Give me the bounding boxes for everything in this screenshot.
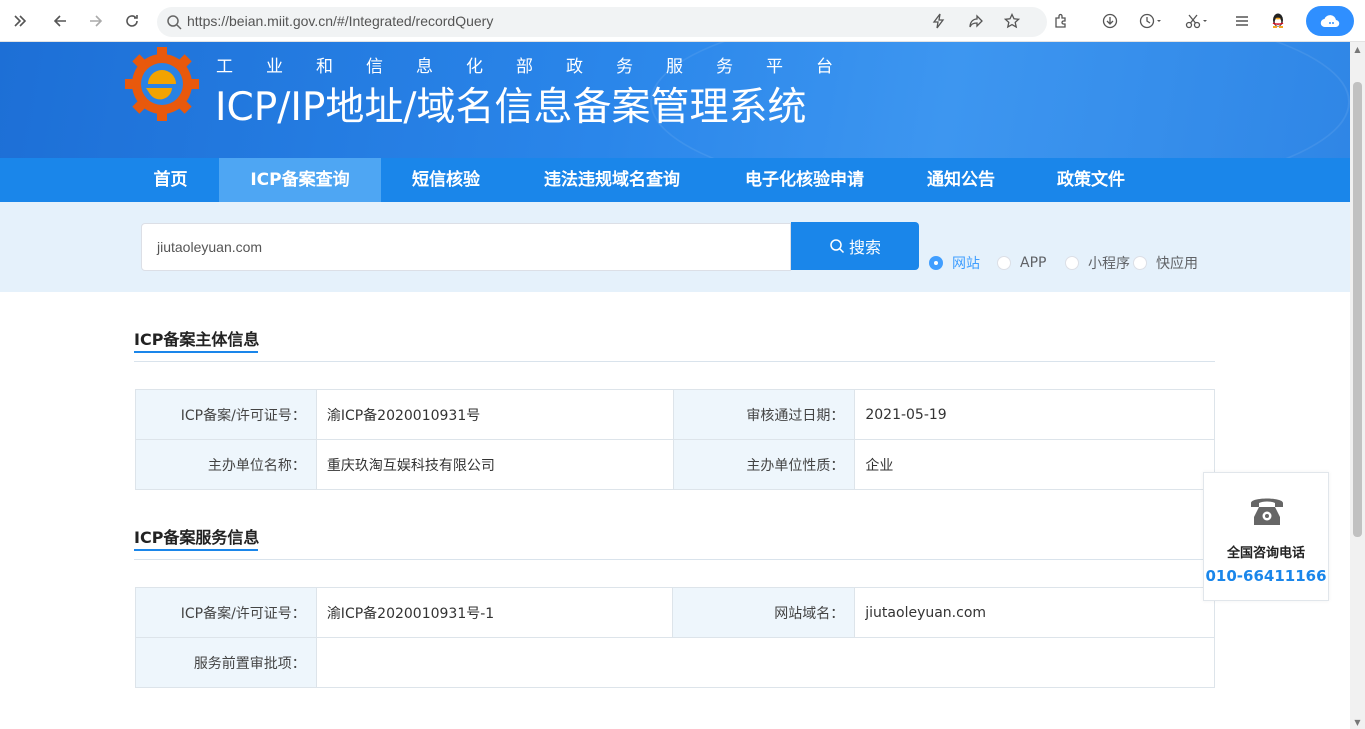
hotline-title: 全国咨询电话 xyxy=(1226,546,1305,561)
section-underline xyxy=(134,351,258,353)
lightning-icon[interactable] xyxy=(928,10,950,32)
radio-dot xyxy=(1065,256,1079,270)
table-label: 主办单位性质： xyxy=(672,439,856,490)
reload-icon[interactable] xyxy=(121,10,143,32)
divider xyxy=(134,361,1215,362)
table-label: 服务前置审批项： xyxy=(135,637,317,688)
scissors-icon[interactable] xyxy=(1183,10,1211,32)
service-section-title: ICP备案服务信息 xyxy=(134,528,260,547)
nav-item-home[interactable]: 首页 xyxy=(131,158,210,202)
entity-section-title: ICP备案主体信息 xyxy=(134,330,260,349)
url-text: https://beian.miit.gov.cn/#/Integrated/r… xyxy=(187,13,494,29)
table-value: 渝ICP备2020010931号-1 xyxy=(315,587,674,638)
share-icon[interactable] xyxy=(965,10,987,32)
table-label: ICP备案/许可证号： xyxy=(135,389,317,440)
table-row: 服务前置审批项： xyxy=(135,637,1216,688)
nav-item-illegal-domain-query[interactable]: 违法违规域名查询 xyxy=(521,158,703,202)
hotline-number: 010-66411166 xyxy=(1205,567,1327,585)
nav-item-e-verify-apply[interactable]: 电子化核验申请 xyxy=(723,158,886,202)
table-value: 重庆玖淘互娱科技有限公司 xyxy=(315,439,674,490)
scroll-thumb[interactable] xyxy=(1353,82,1362,537)
history-icon[interactable] xyxy=(1137,10,1165,32)
radio-label: 小程序 xyxy=(1088,256,1130,272)
table-label: 主办单位名称： xyxy=(135,439,317,490)
sidebar-toggle-icon[interactable] xyxy=(9,10,31,32)
scroll-up-icon[interactable]: ▲ xyxy=(1353,46,1362,54)
back-icon[interactable] xyxy=(49,10,71,32)
search-button-label: 搜索 xyxy=(848,238,881,257)
main-nav: 首页 ICP备案查询 短信核验 违法违规域名查询 电子化核验申请 通知公告 政策… xyxy=(0,158,1350,202)
table-label: ICP备案/许可证号： xyxy=(135,587,317,638)
nav-item-notices[interactable]: 通知公告 xyxy=(906,158,1016,202)
download-icon[interactable] xyxy=(1099,10,1121,32)
table-label: 网站域名： xyxy=(672,587,856,638)
site-title: ICP/IP地址/域名信息备案管理系统 xyxy=(215,85,807,130)
radio-dot xyxy=(929,256,943,270)
table-value: jiutaoleyuan.com xyxy=(854,587,1215,638)
table-row: ICP备案/许可证号： 渝ICP备2020010931号 审核通过日期： 202… xyxy=(135,389,1215,440)
radio-mini-program[interactable]: 小程序 xyxy=(1065,254,1130,272)
site-subtitle: 工业和信息化部政务服务平台 xyxy=(216,57,866,77)
service-info-table: ICP备案/许可证号： 渝ICP备2020010931号-1 网站域名： jiu… xyxy=(135,587,1216,688)
search-area: jiutaoleyuan.com 搜索 网站 APP 小程序 快应用 xyxy=(0,202,1350,292)
table-value: 企业 xyxy=(854,439,1215,490)
section-underline xyxy=(134,549,258,551)
entity-info-table: ICP备案/许可证号： 渝ICP备2020010931号 审核通过日期： 202… xyxy=(135,389,1215,490)
browser-toolbar: https://beian.miit.gov.cn/#/Integrated/r… xyxy=(0,0,1365,42)
divider xyxy=(134,559,1215,560)
table-row: 主办单位名称： 重庆玖淘互娱科技有限公司 主办单位性质： 企业 xyxy=(135,439,1215,490)
table-value xyxy=(315,637,1216,688)
radio-dot xyxy=(1133,256,1147,270)
nav-item-policy-docs[interactable]: 政策文件 xyxy=(1036,158,1146,202)
radio-app[interactable]: APP xyxy=(997,254,1046,272)
radio-label: 快应用 xyxy=(1156,256,1198,272)
site-header: 工业和信息化部政务服务平台 ICP/IP地址/域名信息备案管理系统 xyxy=(0,42,1350,158)
nav-item-icp-query[interactable]: ICP备案查询 xyxy=(219,158,381,202)
radio-website[interactable]: 网站 xyxy=(929,254,980,272)
search-icon xyxy=(830,239,845,254)
address-bar[interactable]: https://beian.miit.gov.cn/#/Integrated/r… xyxy=(157,7,1047,37)
miit-logo xyxy=(125,47,199,121)
forward-icon[interactable] xyxy=(85,10,107,32)
search-button[interactable]: 搜索 xyxy=(791,222,919,270)
radio-label: APP xyxy=(1020,255,1047,271)
hotline-widget[interactable]: 全国咨询电话 010-66411166 xyxy=(1203,472,1329,601)
radio-quick-app[interactable]: 快应用 xyxy=(1133,254,1198,272)
page-scrollbar[interactable]: ▲ ▼ xyxy=(1350,42,1365,729)
search-input[interactable]: jiutaoleyuan.com xyxy=(141,223,791,271)
menu-icon[interactable] xyxy=(1231,10,1253,32)
scroll-down-icon[interactable]: ▼ xyxy=(1353,719,1362,727)
extensions-icon[interactable] xyxy=(1050,10,1072,32)
table-row: ICP备案/许可证号： 渝ICP备2020010931号-1 网站域名： jiu… xyxy=(135,587,1215,638)
table-value: 2021-05-19 xyxy=(854,389,1215,440)
qq-penguin-icon[interactable] xyxy=(1267,10,1289,32)
page-content: 工业和信息化部政务服务平台 ICP/IP地址/域名信息备案管理系统 首页 ICP… xyxy=(0,42,1350,729)
cloud-icon[interactable] xyxy=(1306,6,1354,36)
star-icon[interactable] xyxy=(1001,10,1023,32)
table-value: 渝ICP备2020010931号 xyxy=(315,389,674,440)
phone-icon xyxy=(1251,498,1283,525)
search-icon xyxy=(167,15,182,30)
table-label: 审核通过日期： xyxy=(672,389,856,440)
radio-dot xyxy=(997,256,1011,270)
nav-item-sms-verify[interactable]: 短信核验 xyxy=(391,158,501,202)
radio-label: 网站 xyxy=(952,256,980,272)
